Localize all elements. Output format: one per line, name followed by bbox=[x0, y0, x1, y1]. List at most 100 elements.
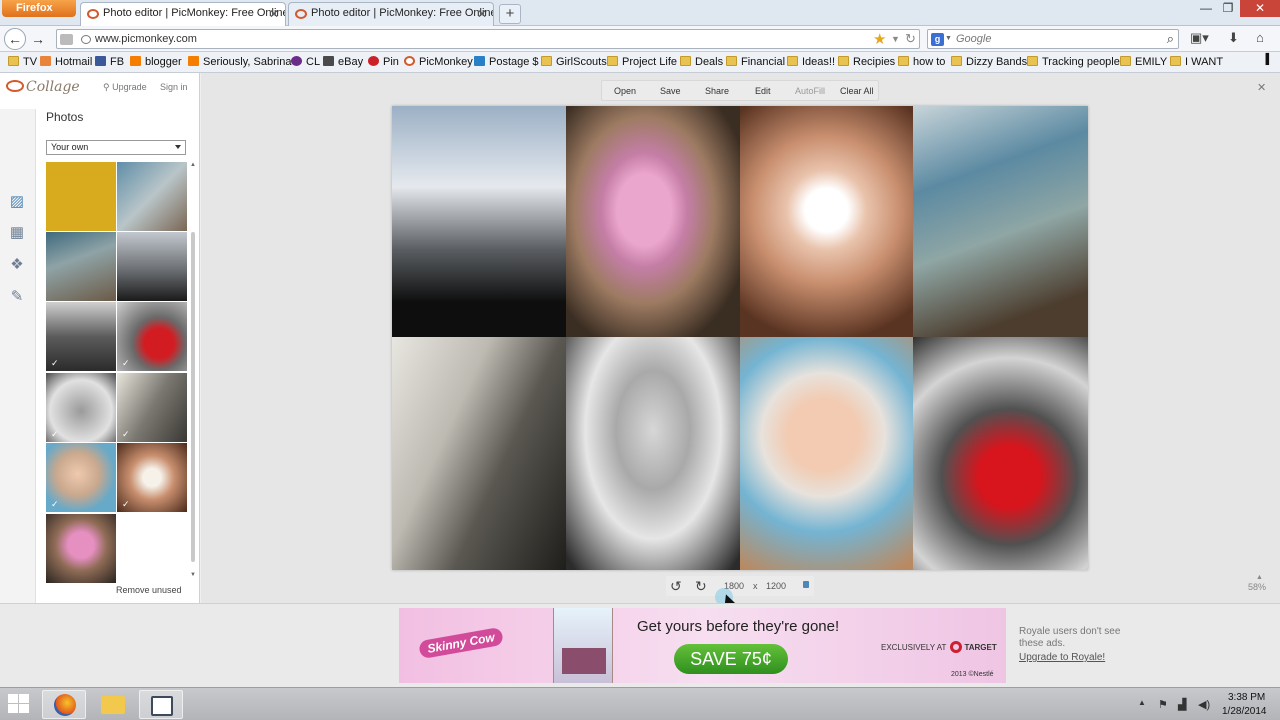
thumbnail-trees[interactable] bbox=[117, 232, 187, 301]
forward-arrow-icon[interactable]: → bbox=[28, 29, 48, 49]
bookmark-blogger[interactable]: blogger bbox=[130, 56, 182, 68]
scrollbar-thumb[interactable] bbox=[191, 232, 195, 562]
photo-source-select[interactable]: Your own bbox=[46, 140, 186, 155]
share-button[interactable]: Share bbox=[705, 86, 729, 96]
tab-picmonkey-1[interactable]: Photo editor | PicMonkey: Free Online...… bbox=[80, 2, 286, 26]
bookmark-how-to[interactable]: how to bbox=[898, 56, 945, 68]
download-icon[interactable]: ⬇ bbox=[1228, 30, 1239, 46]
bookmark-hotmail[interactable]: Hotmail bbox=[40, 56, 92, 68]
reload-icon[interactable]: ↻ bbox=[905, 31, 916, 47]
collage-logo[interactable]: Collage bbox=[6, 79, 80, 95]
thumbnail-bowling[interactable]: ✓ bbox=[46, 302, 116, 371]
thumbnail-red-lego[interactable]: ✓ bbox=[117, 302, 187, 371]
embellishments-icon[interactable]: ❖ bbox=[7, 256, 27, 274]
canvas-height-input[interactable]: 1200 bbox=[766, 581, 786, 591]
edit-button[interactable]: Edit bbox=[755, 86, 771, 96]
bookmark-picmonkey[interactable]: PicMonkey bbox=[404, 56, 473, 68]
photos-icon[interactable]: ▨ bbox=[7, 193, 27, 211]
scroll-up-icon[interactable]: ▲ bbox=[190, 162, 196, 168]
search-bar[interactable]: g ▼ Google ⌕ bbox=[927, 29, 1179, 49]
bookmark-ebay[interactable]: eBay bbox=[323, 56, 363, 68]
clock-date[interactable]: 1/28/2014 bbox=[1222, 706, 1267, 717]
collage-canvas[interactable] bbox=[392, 106, 1088, 570]
bookmark-cl[interactable]: CL bbox=[291, 56, 320, 68]
collage-cell-space-needle-paintings[interactable] bbox=[913, 106, 1088, 337]
thumbnail-yellow-swatch[interactable] bbox=[46, 162, 116, 231]
bookmark-emily[interactable]: EMILY bbox=[1120, 56, 1167, 68]
action-center-flag-icon[interactable]: ⚑ bbox=[1158, 698, 1168, 711]
windows-start-icon[interactable] bbox=[8, 694, 30, 714]
chevron-down-icon[interactable]: ▼ bbox=[945, 35, 952, 42]
bookmark-project-life[interactable]: Project Life bbox=[607, 56, 677, 68]
bookmark-tracking-people[interactable]: Tracking people bbox=[1027, 56, 1120, 68]
bookmark-i-want[interactable]: I WANT bbox=[1170, 56, 1223, 68]
bookmark-postage[interactable]: Postage $ bbox=[474, 56, 539, 68]
firefox-menu-button[interactable]: Firefox bbox=[2, 0, 76, 17]
collage-cell-trees[interactable] bbox=[392, 106, 566, 337]
thumbnail-whipped-cream[interactable]: ✓ bbox=[117, 443, 187, 512]
bookmark-deals[interactable]: Deals bbox=[680, 56, 723, 68]
advertisement-banner[interactable]: Skinny Cow Get yours before they're gone… bbox=[399, 608, 1006, 683]
collage-cell-slide[interactable] bbox=[392, 337, 566, 570]
autofill-button[interactable]: AutoFill bbox=[795, 86, 825, 96]
url-bar[interactable]: www.picmonkey.com ★ ▼ ↻ bbox=[56, 29, 920, 49]
search-icon[interactable]: ⌕ bbox=[1167, 31, 1174, 47]
bookmarks-menu-icon[interactable]: ▣▾ bbox=[1190, 30, 1209, 46]
thumbnail-toddler-headband[interactable]: ✓ bbox=[46, 443, 116, 512]
zoom-level[interactable]: 58% bbox=[1248, 582, 1266, 592]
thumbnail-scrollbar[interactable]: ▲ ▼ bbox=[189, 162, 197, 580]
signin-link[interactable]: Sign in bbox=[160, 82, 188, 92]
url-text[interactable]: www.picmonkey.com bbox=[95, 33, 197, 45]
window-close-icon[interactable]: ✕ bbox=[1240, 0, 1280, 17]
network-icon[interactable]: ▟ bbox=[1178, 698, 1186, 711]
remove-unused-button[interactable]: Remove unused bbox=[116, 585, 182, 595]
bookmark-girlscouts[interactable]: GirlScouts bbox=[541, 56, 607, 68]
bookmark-recipies[interactable]: Recipies bbox=[838, 56, 895, 68]
bookmark-dizzy-bands[interactable]: Dizzy Bands bbox=[951, 56, 1027, 68]
collage-cell-red-lego[interactable] bbox=[913, 337, 1088, 570]
upgrade-to-royale-link[interactable]: Upgrade to Royale! bbox=[1019, 652, 1105, 663]
layouts-icon[interactable]: ▦ bbox=[7, 224, 27, 242]
thumbnail-pink-camera[interactable] bbox=[46, 514, 116, 583]
taskbar-file-explorer[interactable] bbox=[91, 690, 135, 719]
bookmark-tv[interactable]: TV bbox=[8, 56, 37, 68]
search-input[interactable]: Google bbox=[956, 33, 991, 45]
bookmarks-overflow-icon[interactable]: ▐ bbox=[1262, 54, 1269, 65]
upgrade-link[interactable]: ⚲ Upgrade bbox=[103, 82, 147, 93]
bookmark-fb[interactable]: FB bbox=[95, 56, 124, 68]
tab-picmonkey-2[interactable]: Photo editor | PicMonkey: Free Online...… bbox=[288, 2, 494, 26]
chevron-down-icon[interactable]: ▼ bbox=[891, 34, 900, 44]
collage-cell-pink-camera[interactable] bbox=[566, 106, 740, 337]
clear-all-button[interactable]: Clear All bbox=[840, 86, 874, 96]
back-arrow-icon[interactable]: ← bbox=[4, 28, 26, 50]
thumbnail-bw-child[interactable]: ✓ bbox=[46, 373, 116, 442]
background-palette-icon[interactable]: ✎ bbox=[7, 288, 27, 306]
bookmark-star-icon[interactable]: ★ bbox=[873, 30, 886, 48]
bookmark-ideas[interactable]: Ideas!! bbox=[787, 56, 835, 68]
taskbar-app[interactable] bbox=[139, 690, 183, 719]
rotate-right-icon[interactable]: ↻ bbox=[695, 578, 707, 595]
tab-close-icon[interactable]: ✕ bbox=[477, 7, 487, 21]
rotate-left-icon[interactable]: ↺ bbox=[670, 578, 682, 595]
collage-cell-toddler-headband[interactable] bbox=[740, 337, 913, 570]
tray-overflow-icon[interactable]: ▲ bbox=[1138, 698, 1146, 707]
scroll-down-icon[interactable]: ▼ bbox=[190, 572, 196, 578]
maximize-icon[interactable]: ❐ bbox=[1215, 0, 1241, 17]
save-button[interactable]: Save bbox=[660, 86, 681, 96]
thumbnail-slide[interactable]: ✓ bbox=[117, 373, 187, 442]
aspect-lock-icon[interactable] bbox=[803, 581, 809, 588]
volume-icon[interactable]: ◀) bbox=[1198, 698, 1210, 711]
taskbar-firefox[interactable] bbox=[42, 690, 86, 719]
home-icon[interactable]: ⌂ bbox=[1256, 30, 1264, 45]
clock-time[interactable]: 3:38 PM bbox=[1228, 692, 1265, 703]
bookmark-financial[interactable]: Financial bbox=[726, 56, 785, 68]
new-tab-button[interactable]: + bbox=[499, 4, 521, 24]
bookmark-seriously-sabrina[interactable]: Seriously, Sabrina? bbox=[188, 56, 298, 68]
bookmark-pin[interactable]: Pin bbox=[368, 56, 399, 68]
thumbnail-painting-hand[interactable] bbox=[117, 162, 187, 231]
close-icon[interactable]: ✕ bbox=[1257, 81, 1266, 94]
collage-cell-bw-child[interactable] bbox=[566, 337, 740, 570]
open-button[interactable]: Open bbox=[614, 86, 636, 96]
tab-close-icon[interactable]: ✕ bbox=[269, 7, 279, 21]
collage-cell-whipped-cream[interactable] bbox=[740, 106, 913, 337]
